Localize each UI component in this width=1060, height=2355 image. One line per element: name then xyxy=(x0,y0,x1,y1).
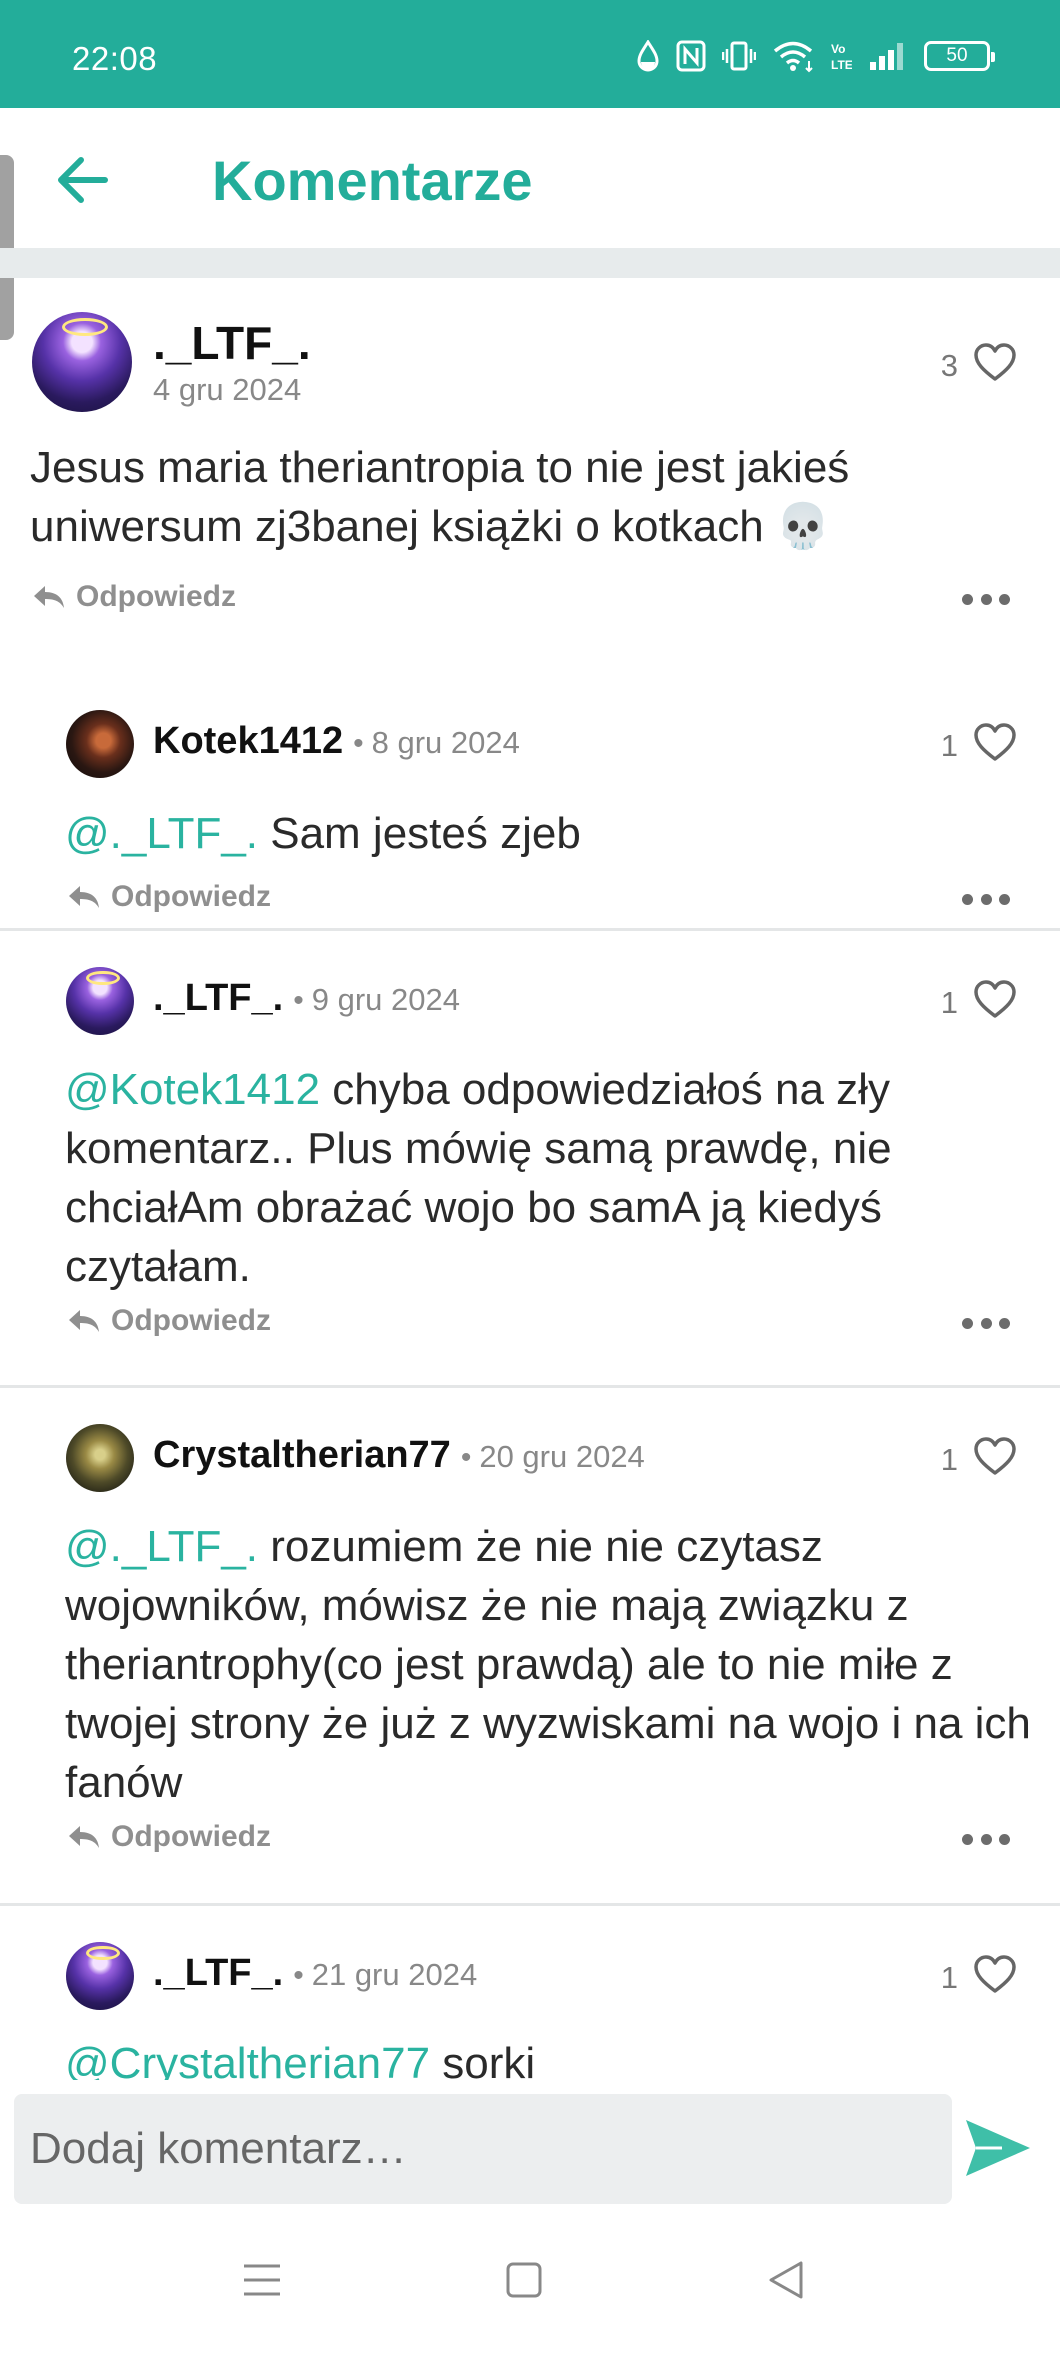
reply-icon xyxy=(69,1826,99,1848)
comments-list[interactable]: ._LTF_. 4 gru 2024 3 Jesus maria therian… xyxy=(0,278,1060,2080)
comment-username[interactable]: Crystaltherian77 xyxy=(153,1434,451,1477)
avatar[interactable] xyxy=(66,710,134,778)
comment-meta: ._LTF_. • 21 gru 2024 xyxy=(153,1952,477,1995)
back-button[interactable] xyxy=(52,150,112,210)
status-icons: Vo LTE 50 xyxy=(636,36,995,76)
comment-date: 8 gru 2024 xyxy=(371,725,520,760)
reply-label: Odpowiedz xyxy=(111,1304,271,1337)
heart-icon[interactable] xyxy=(973,1436,1017,1476)
page-title: Komentarze xyxy=(212,149,533,212)
comment-username[interactable]: ._LTF_. xyxy=(153,316,311,370)
add-comment-input[interactable] xyxy=(14,2094,952,2204)
meta-separator: • xyxy=(460,1441,472,1474)
heart-icon[interactable] xyxy=(973,722,1017,762)
comment: ._LTF_. • 21 gru 2024 1 @Crystaltherian7… xyxy=(0,1906,1060,2080)
header-divider xyxy=(0,248,1060,278)
water-drop-icon xyxy=(637,40,659,72)
menu-button[interactable] xyxy=(232,2250,292,2310)
signal-icon xyxy=(870,43,903,70)
send-icon[interactable] xyxy=(962,2116,1034,2180)
like-count: 1 xyxy=(940,1442,958,1477)
reply-label: Odpowiedz xyxy=(111,1820,271,1853)
more-options-button[interactable] xyxy=(962,592,1010,606)
nav-back-button[interactable] xyxy=(756,2250,816,2310)
wifi-icon xyxy=(773,41,813,73)
comment-date: 21 gru 2024 xyxy=(311,1957,478,1992)
comment-date: 20 gru 2024 xyxy=(479,1439,645,1474)
heart-icon[interactable] xyxy=(973,342,1017,382)
comment-body: sorki xyxy=(430,2039,536,2080)
avatar[interactable] xyxy=(66,967,134,1035)
comment-username[interactable]: ._LTF_. xyxy=(153,977,283,1020)
reply-label: Odpowiedz xyxy=(111,880,271,913)
status-time: 22:08 xyxy=(72,40,158,77)
nfc-icon xyxy=(676,40,706,72)
volte-icon: Vo LTE xyxy=(831,42,852,72)
comment-text: @._LTF_. Sam jesteś zjeb xyxy=(65,804,1030,863)
comment-meta: Kotek1412 • 8 gru 2024 xyxy=(153,720,520,763)
comment: Crystaltherian77 • 20 gru 2024 1 @._LTF_… xyxy=(0,1388,1060,1875)
back-triangle-icon xyxy=(769,2261,803,2299)
reply-button[interactable]: Odpowiedz xyxy=(67,1304,271,1338)
heart-icon[interactable] xyxy=(973,1954,1017,1994)
status-bar: 22:08 Vo LTE 50 xyxy=(0,0,1060,108)
reply-icon xyxy=(34,586,64,608)
battery-level: 50 xyxy=(946,45,968,66)
reply-button[interactable]: Odpowiedz xyxy=(32,580,236,614)
comment: ._LTF_. • 9 gru 2024 1 @Kotek1412 chyba … xyxy=(0,931,1060,1363)
reply-icon xyxy=(69,886,99,908)
menu-icon xyxy=(244,2264,280,2296)
comment-text: @._LTF_. rozumiem że nie nie czytasz woj… xyxy=(65,1517,1040,1812)
heart-icon[interactable] xyxy=(973,979,1017,1019)
comment-composer xyxy=(0,2080,1060,2210)
arrow-left-icon xyxy=(58,157,108,203)
comment-date: 4 gru 2024 xyxy=(153,372,302,407)
reply-button[interactable]: Odpowiedz xyxy=(67,1820,271,1854)
comment: Kotek1412 • 8 gru 2024 1 @._LTF_. Sam je… xyxy=(0,658,1060,928)
comment-text: Jesus maria theriantropia to nie jest ja… xyxy=(30,443,850,551)
comment-username[interactable]: Kotek1412 xyxy=(153,720,343,763)
vibrate-icon xyxy=(722,41,756,71)
comment-text: @Kotek1412 chyba odpowiedziałoś na zły k… xyxy=(65,1060,1030,1296)
comment-meta: Crystaltherian77 • 20 gru 2024 xyxy=(153,1434,645,1477)
reply-button[interactable]: Odpowiedz xyxy=(67,880,271,914)
like-count: 1 xyxy=(940,1960,958,1995)
like-count: 1 xyxy=(940,728,958,763)
svg-text:LTE: LTE xyxy=(831,58,852,72)
avatar[interactable] xyxy=(66,1424,134,1492)
meta-separator: • xyxy=(293,1959,304,1992)
comment-username[interactable]: ._LTF_. xyxy=(153,1952,283,1995)
meta-separator: • xyxy=(293,984,304,1017)
mention-link[interactable]: @Kotek1412 xyxy=(65,1065,320,1114)
more-options-button[interactable] xyxy=(962,892,1010,906)
mention-link[interactable]: @Crystaltherian77 xyxy=(65,2039,430,2080)
meta-separator: • xyxy=(353,727,364,760)
home-square-icon xyxy=(506,2262,542,2298)
reply-label: Odpowiedz xyxy=(76,580,236,613)
app-header: Komentarze xyxy=(0,108,1060,248)
battery-icon: 50 xyxy=(924,41,995,71)
comment-meta: ._LTF_. • 9 gru 2024 xyxy=(153,977,460,1020)
system-nav-bar xyxy=(0,2210,1060,2355)
svg-text:Vo: Vo xyxy=(831,42,845,56)
like-count: 1 xyxy=(940,985,958,1020)
like-count: 3 xyxy=(940,348,958,383)
more-options-button[interactable] xyxy=(962,1832,1010,1846)
comment-text: @Crystaltherian77 sorki xyxy=(65,2034,1030,2080)
home-button[interactable] xyxy=(494,2250,554,2310)
comment: ._LTF_. 4 gru 2024 3 Jesus maria therian… xyxy=(0,278,1060,633)
more-options-button[interactable] xyxy=(962,1316,1010,1330)
mention-link[interactable]: @._LTF_. xyxy=(65,809,258,858)
comment-date: 9 gru 2024 xyxy=(311,982,460,1017)
avatar[interactable] xyxy=(66,1942,134,2010)
avatar[interactable] xyxy=(32,312,132,412)
mention-link[interactable]: @._LTF_. xyxy=(65,1522,258,1571)
comment-body: Sam jesteś zjeb xyxy=(258,809,581,858)
reply-icon xyxy=(69,1310,99,1332)
